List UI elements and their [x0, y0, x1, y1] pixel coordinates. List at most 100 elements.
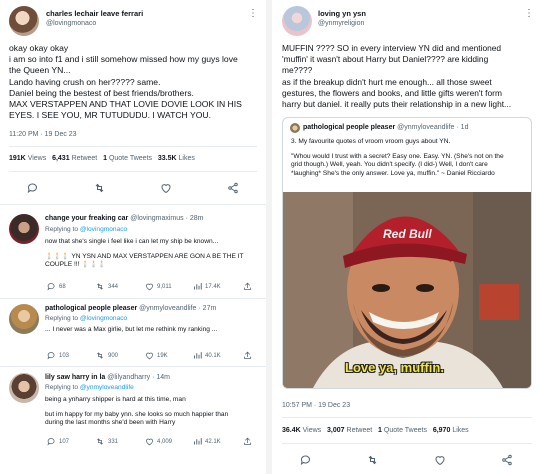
tweet-line: MUFFIN ???? SO in every interview YN did… — [282, 43, 502, 53]
reply-line: but im happy for my baby ynn. she looks … — [45, 410, 229, 418]
more-icon[interactable]: ⋮ — [248, 8, 258, 19]
more-icon[interactable]: ⋮ — [524, 8, 534, 19]
views-action[interactable]: 17.4K — [193, 282, 221, 291]
likes-label[interactable]: Likes — [179, 155, 195, 162]
reply-tweet[interactable]: lily saw harry in la @lilyandharry · 14m… — [0, 369, 266, 469]
quote-media-image[interactable]: Red Bull Love ya, muffin. — [283, 192, 531, 388]
reply-tweet[interactable]: change your freaking car @lovingmaximus … — [0, 210, 266, 298]
quote-line: grid though.) Well, yeah. You didn't spe… — [291, 161, 488, 168]
likes-label[interactable]: Likes — [452, 427, 468, 434]
share-action[interactable] — [243, 437, 252, 446]
like-action[interactable]: 19K — [145, 351, 168, 360]
divider — [0, 204, 266, 205]
quote-author-name[interactable]: pathological people pleaser — [303, 124, 395, 131]
quote-line: 3. My favourite quotes of vroom vroom gu… — [291, 138, 451, 145]
like-icon[interactable] — [433, 453, 447, 467]
replying-to-handle[interactable]: @lovingmonaco — [80, 315, 127, 322]
retweet-icon — [97, 438, 103, 445]
retweet-action[interactable]: 344 — [95, 282, 118, 291]
reply-line: now that she's single i feel like i can … — [45, 238, 219, 245]
author-handle[interactable]: @lovingmonaco — [46, 20, 96, 27]
retweet-action[interactable]: 900 — [95, 351, 118, 360]
author-avatar[interactable] — [9, 6, 39, 36]
quote-author[interactable]: pathological people pleaser @ynmyloveand… — [303, 124, 468, 131]
likes-count[interactable]: 6,970 — [433, 427, 451, 434]
divider — [0, 366, 266, 367]
reply-avatar[interactable] — [9, 214, 39, 244]
reply-action[interactable]: 68 — [47, 282, 66, 291]
quotes-count[interactable]: 1 — [378, 427, 382, 434]
retweet-action[interactable]: 331 — [95, 437, 118, 446]
quotes-label[interactable]: Quote Tweets — [109, 155, 152, 162]
reply-author[interactable]: pathological people pleaser @ynmyloveand… — [45, 305, 216, 312]
reply-author-name[interactable]: change your freaking car — [45, 215, 128, 222]
tweet-timestamp[interactable]: 10:57 PM · 19 Dec 23 — [282, 402, 350, 409]
share-action[interactable] — [243, 351, 252, 360]
photo-illustration: Red Bull — [283, 192, 531, 388]
reply-icon[interactable] — [299, 453, 313, 467]
retweets-label[interactable]: Retweet — [72, 155, 98, 162]
reply-line: ... I never was a Max girlie, but let me… — [45, 326, 218, 333]
reply-icon — [47, 438, 55, 446]
tweet-line: gestures, the flowers and books, and lit… — [282, 87, 502, 98]
like-icon — [146, 438, 153, 446]
views-action[interactable]: 40.1K — [193, 351, 221, 360]
reply-line: being a ynharry shipper is hard at this … — [45, 396, 186, 403]
reply-avatar[interactable] — [9, 373, 39, 403]
quotes-count[interactable]: 1 — [103, 155, 107, 162]
like-icon[interactable] — [159, 181, 173, 195]
reply-tweet[interactable]: pathological people pleaser @ynmyloveand… — [0, 300, 266, 366]
reply-action[interactable]: 103 — [47, 351, 69, 360]
like-icon — [146, 352, 153, 360]
reply-author[interactable]: lily saw harry in la @lilyandharry · 14m — [45, 374, 170, 381]
reply-author-handle[interactable]: @lovingmaximus · 28m — [130, 215, 203, 222]
reply-avatar[interactable] — [9, 304, 39, 334]
likes-count[interactable]: 33.5K — [158, 155, 177, 162]
reply-icon[interactable] — [26, 181, 40, 195]
divider — [282, 443, 532, 444]
author-name[interactable]: loving yn ysn — [318, 9, 366, 18]
retweet-icon[interactable] — [93, 181, 107, 195]
views-label: Views — [27, 155, 47, 162]
tweet-timestamp[interactable]: 11:20 PM · 19 Dec 23 — [9, 131, 77, 138]
divider — [282, 417, 532, 418]
retweets-count[interactable]: 6,431 — [52, 155, 70, 162]
reply-count: 103 — [59, 352, 70, 359]
retweet-icon — [97, 352, 103, 359]
author-name[interactable]: charles lechair leave ferrari — [46, 9, 143, 18]
reply-action[interactable]: 107 — [47, 437, 69, 446]
video-caption: Love ya, muffin. — [345, 360, 444, 375]
quote-author-handle[interactable]: @ynmyloveandlife · 1d — [397, 124, 468, 131]
tweet-line: the Queen YN... — [9, 65, 71, 76]
reply-text: now that she's single i feel like i can … — [45, 238, 244, 270]
share-icon[interactable] — [226, 181, 240, 195]
reply-author-handle[interactable]: @ynmyloveandlife · 27m — [139, 305, 216, 312]
views-icon — [194, 352, 202, 359]
replying-to-handle[interactable]: @lovingmonaco — [80, 226, 127, 233]
like-count: 4,009 — [157, 438, 173, 445]
retweets-label[interactable]: Retweet — [347, 427, 373, 434]
reply-author-name[interactable]: pathological people pleaser — [45, 305, 137, 312]
divider — [9, 146, 257, 147]
reply-text: ... I never was a Max girlie, but let me… — [45, 326, 217, 335]
author-handle[interactable]: @ynmyreligion — [318, 20, 364, 27]
reply-text: being a ynharry shipper is hard at this … — [45, 396, 228, 428]
like-action[interactable]: 4,009 — [145, 437, 172, 446]
replying-to-handle[interactable]: @ynmyloveandlife — [80, 384, 134, 391]
divider — [9, 171, 257, 172]
retweet-count: 331 — [108, 438, 119, 445]
retweets-count[interactable]: 3,007 — [327, 427, 345, 434]
share-action[interactable] — [243, 282, 252, 291]
quote-avatar[interactable] — [290, 123, 300, 133]
tweet-line: as if the breakup didn't hurt me enough.… — [282, 76, 492, 87]
reply-author[interactable]: change your freaking car @lovingmaximus … — [45, 215, 203, 222]
quoted-tweet[interactable]: pathological people pleaser @ynmyloveand… — [282, 117, 532, 389]
retweet-icon[interactable] — [366, 453, 380, 467]
like-action[interactable]: 9,011 — [145, 282, 172, 291]
reply-author-handle[interactable]: @lilyandharry · 14m — [107, 374, 170, 381]
views-action[interactable]: 42.1K — [193, 437, 221, 446]
author-avatar[interactable] — [282, 6, 312, 36]
share-icon[interactable] — [500, 453, 514, 467]
reply-author-name[interactable]: lily saw harry in la — [45, 374, 105, 381]
quotes-label[interactable]: Quote Tweets — [384, 427, 427, 434]
